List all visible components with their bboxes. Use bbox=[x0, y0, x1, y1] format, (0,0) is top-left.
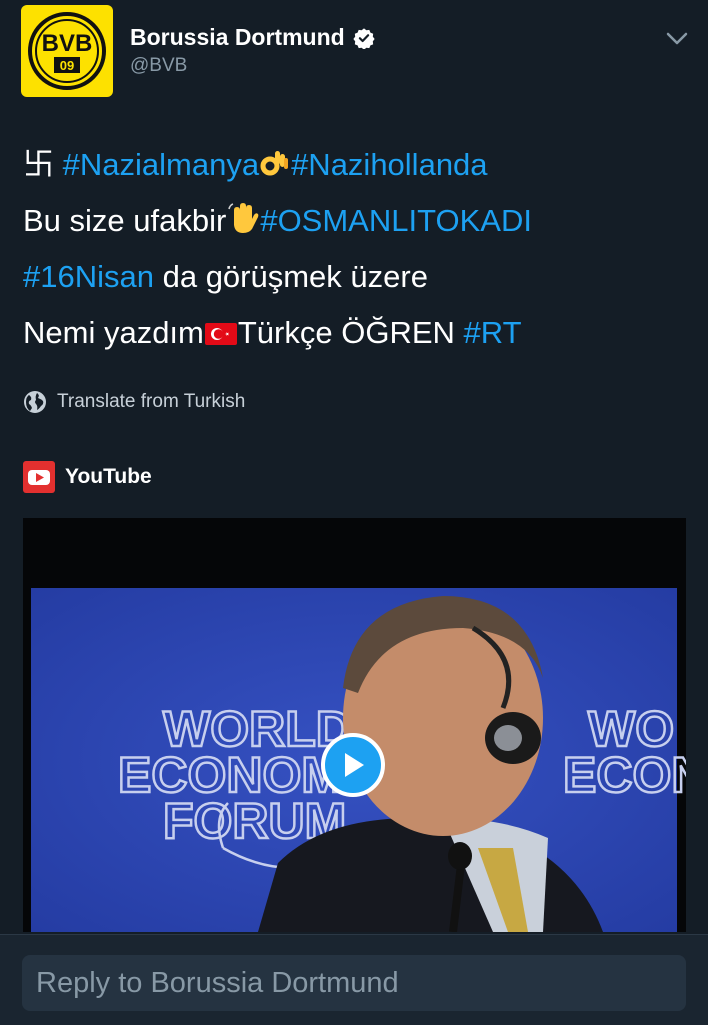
tweet-line-2: Bu size ufakbir #OSMANLITOKADI bbox=[23, 193, 693, 249]
translate-label: Translate from Turkish bbox=[57, 391, 246, 412]
user-handle[interactable]: @BVB bbox=[130, 55, 187, 77]
svg-text:09: 09 bbox=[60, 58, 74, 73]
hashtag-rt[interactable]: #RT bbox=[464, 315, 522, 350]
swastika-symbol: 卐 bbox=[23, 147, 54, 182]
card-source[interactable]: YouTube bbox=[23, 461, 152, 493]
tweet-line-1: 卐 #Nazialmanya #Nazihollanda bbox=[23, 137, 693, 193]
display-name-text: Borussia Dortmund bbox=[130, 24, 345, 50]
svg-text:BVB: BVB bbox=[42, 30, 93, 57]
globe-icon bbox=[24, 391, 46, 413]
translate-link[interactable]: Translate from Turkish bbox=[23, 390, 245, 414]
tweet-text: 卐 #Nazialmanya #Nazihollanda Bu size ufa… bbox=[23, 137, 693, 361]
play-icon bbox=[345, 753, 364, 777]
tweet-text-nemi: Nemi yazdım bbox=[23, 315, 204, 350]
ok-hand-icon bbox=[260, 151, 289, 176]
waving-hand-icon bbox=[228, 203, 259, 233]
tweet-text-turkce: Türkçe ÖĞREN bbox=[237, 315, 464, 350]
card-source-name: YouTube bbox=[65, 465, 152, 488]
hashtag-nazihollanda[interactable]: #Nazihollanda bbox=[291, 147, 487, 182]
display-name[interactable]: Borussia Dortmund bbox=[130, 24, 375, 51]
avatar[interactable]: BVB 09 bbox=[21, 5, 113, 97]
youtube-icon bbox=[23, 461, 55, 493]
hashtag-nazialmanya[interactable]: #Nazialmanya bbox=[63, 147, 259, 182]
hashtag-16nisan[interactable]: #16Nisan bbox=[23, 259, 154, 294]
tweet-text-gorusmek: da görüşmek üzere bbox=[153, 259, 428, 294]
chevron-down-icon[interactable] bbox=[664, 28, 690, 48]
tweet-line-4: Nemi yazdım Türkçe ÖĞREN #RT bbox=[23, 305, 693, 361]
verified-badge-icon bbox=[353, 27, 375, 49]
reply-input[interactable]: Reply to Borussia Dortmund bbox=[22, 955, 686, 1011]
tweet-text-ufakbir: Bu size ufakbir bbox=[23, 203, 227, 238]
play-button[interactable] bbox=[321, 733, 385, 797]
bvb-logo-icon: BVB 09 bbox=[28, 12, 106, 90]
turkey-flag-icon bbox=[204, 323, 237, 345]
hashtag-osmanlitokadi[interactable]: #OSMANLITOKADI bbox=[260, 203, 532, 238]
sign-right-2: ECON bbox=[563, 747, 686, 803]
video-thumbnail: WORLD ECONOMIC FORUM WO ECON bbox=[23, 518, 686, 932]
video-player[interactable]: WORLD ECONOMIC FORUM WO ECON bbox=[23, 518, 686, 932]
tweet-line-3: #16Nisan da görüşmek üzere bbox=[23, 249, 693, 305]
reply-placeholder: Reply to Borussia Dortmund bbox=[36, 966, 399, 999]
reply-bar: Reply to Borussia Dortmund bbox=[0, 934, 708, 1025]
